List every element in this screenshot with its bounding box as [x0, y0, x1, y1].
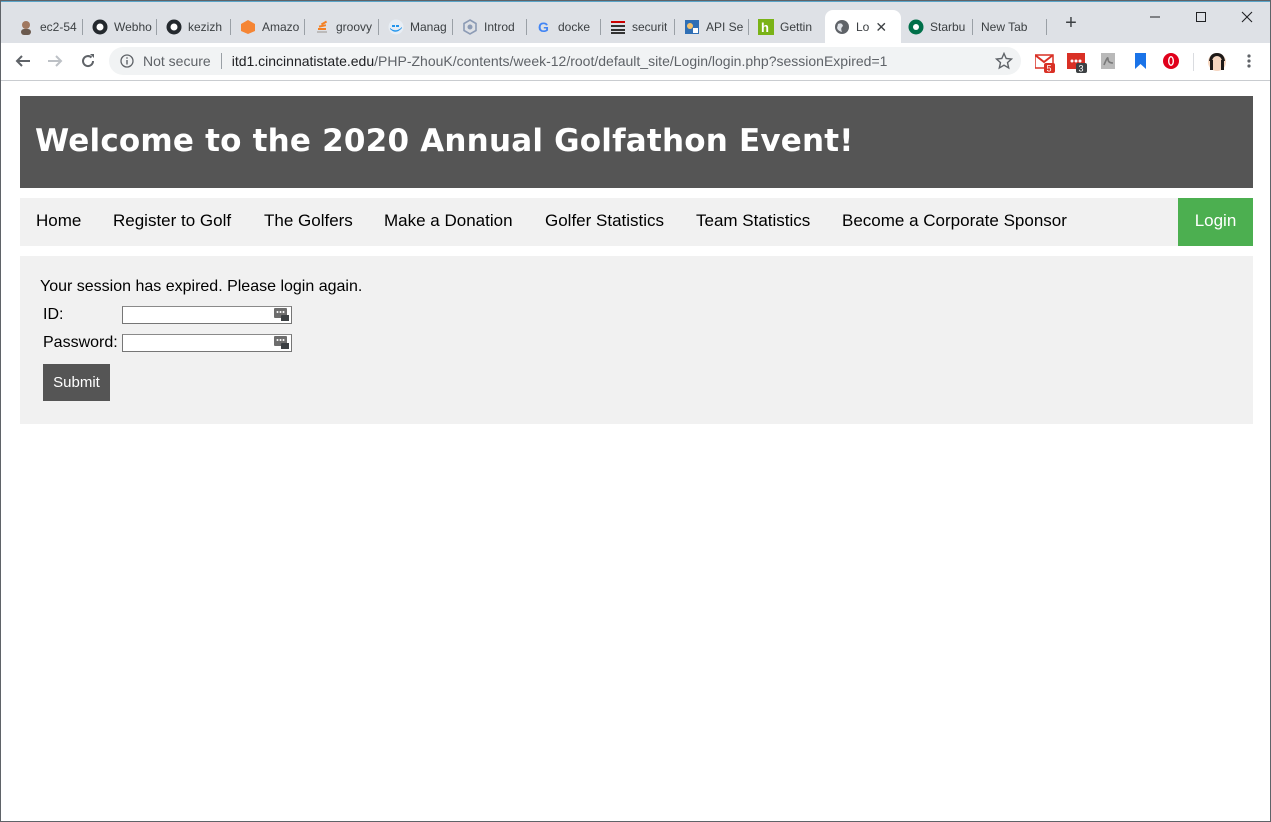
password-manager-icon[interactable]	[274, 307, 289, 321]
person-avatar-icon	[18, 19, 34, 35]
browser-toolbar: Not secure itd1.cincinnatistate.edu/PHP-…	[1, 43, 1270, 81]
aws-cube-icon	[240, 19, 256, 35]
h-logo-icon: h	[758, 19, 774, 35]
login-button[interactable]: Login	[1178, 198, 1253, 246]
tab-getting[interactable]: h Gettin	[749, 10, 823, 44]
docker-icon	[388, 19, 404, 35]
tab-manage[interactable]: Manag	[379, 10, 453, 44]
back-arrow-icon[interactable]	[10, 48, 36, 74]
url-host: itd1.cincinnatistate.edu	[231, 53, 375, 69]
globe-icon	[834, 19, 850, 35]
tab-kezizh[interactable]: kezizh	[157, 10, 231, 44]
google-icon: G	[536, 19, 552, 35]
address-bar[interactable]: Not secure itd1.cincinnatistate.edu/PHP-…	[109, 47, 1021, 75]
nav-team-statistics[interactable]: Team Statistics	[696, 198, 810, 246]
tab-webhook[interactable]: Webho	[83, 10, 157, 44]
password-manager-icon[interactable]	[274, 335, 289, 349]
id-input[interactable]	[122, 306, 292, 324]
tab-amazon[interactable]: Amazo	[231, 10, 305, 44]
maximize-icon[interactable]	[1178, 2, 1224, 32]
opera-extension-icon[interactable]	[1162, 52, 1182, 72]
site-nav: Home Register to Golf The Golfers Make a…	[20, 198, 1253, 246]
nav-register-to-golf[interactable]: Register to Golf	[113, 198, 231, 246]
tab-new-tab[interactable]: New Tab	[973, 10, 1047, 44]
bars-icon	[610, 19, 626, 35]
nav-corporate-sponsor[interactable]: Become a Corporate Sponsor	[842, 198, 1067, 246]
gmail-extension-icon[interactable]: 5	[1034, 52, 1055, 74]
info-icon[interactable]	[120, 54, 134, 68]
profile-avatar[interactable]	[1207, 52, 1227, 72]
tab-groovy[interactable]: groovy	[305, 10, 379, 44]
github-icon	[166, 19, 182, 35]
gmail-badge-count: 5	[1047, 64, 1052, 74]
tab-ec2[interactable]: ec2-54	[9, 10, 83, 44]
close-window-icon[interactable]	[1224, 2, 1270, 32]
forward-arrow-icon[interactable]	[42, 48, 68, 74]
bookmark-extension-icon[interactable]	[1132, 52, 1152, 72]
nav-make-a-donation[interactable]: Make a Donation	[384, 198, 513, 246]
close-tab-icon[interactable]: ✕	[875, 19, 887, 36]
password-input[interactable]	[122, 334, 292, 352]
tab-strip: ec2-54 Webho kezizh Amazo groovy Manag I…	[1, 1, 1270, 44]
nav-home[interactable]: Home	[36, 198, 81, 246]
tab-security[interactable]: securit	[601, 10, 675, 44]
svg-text:G: G	[538, 19, 549, 35]
nav-the-golfers[interactable]: The Golfers	[264, 198, 353, 246]
tab-starbucks[interactable]: Starbu	[899, 10, 973, 44]
session-expired-message: Your session has expired. Please login a…	[40, 278, 363, 295]
calendar-badge-count: 3	[1079, 64, 1084, 74]
stackoverflow-icon	[314, 19, 330, 35]
tab-api[interactable]: API Se	[675, 10, 749, 44]
submit-button[interactable]: Submit	[43, 364, 110, 401]
calendar-extension-icon[interactable]: 3	[1067, 52, 1087, 74]
more-menu-icon[interactable]	[1241, 52, 1261, 72]
login-panel: Your session has expired. Please login a…	[20, 256, 1253, 424]
new-tab-button[interactable]: +	[1061, 13, 1081, 34]
security-status[interactable]: Not secure	[143, 53, 211, 69]
api-icon	[684, 19, 700, 35]
hexagon-icon	[462, 19, 478, 35]
page-title: Welcome to the 2020 Annual Golfathon Eve…	[35, 123, 854, 159]
svg-text:h: h	[761, 20, 769, 35]
nav-golfer-statistics[interactable]: Golfer Statistics	[545, 198, 664, 246]
minimize-icon[interactable]	[1132, 2, 1178, 32]
github-icon	[92, 19, 108, 35]
tab-login-active[interactable]: Lo ✕	[825, 10, 901, 44]
starbucks-icon	[908, 19, 924, 35]
id-label: ID:	[43, 306, 64, 323]
pdf-extension-icon[interactable]	[1099, 52, 1119, 72]
url-path: /PHP-ZhouK/contents/week-12/root/default…	[374, 53, 888, 69]
site-header: Welcome to the 2020 Annual Golfathon Eve…	[20, 96, 1253, 188]
reload-icon[interactable]	[75, 48, 101, 74]
tab-docker-google[interactable]: Gdocke	[527, 10, 601, 44]
password-label: Password:	[43, 334, 118, 351]
bookmark-star-icon[interactable]	[995, 52, 1013, 70]
tab-intro[interactable]: Introd	[453, 10, 527, 44]
